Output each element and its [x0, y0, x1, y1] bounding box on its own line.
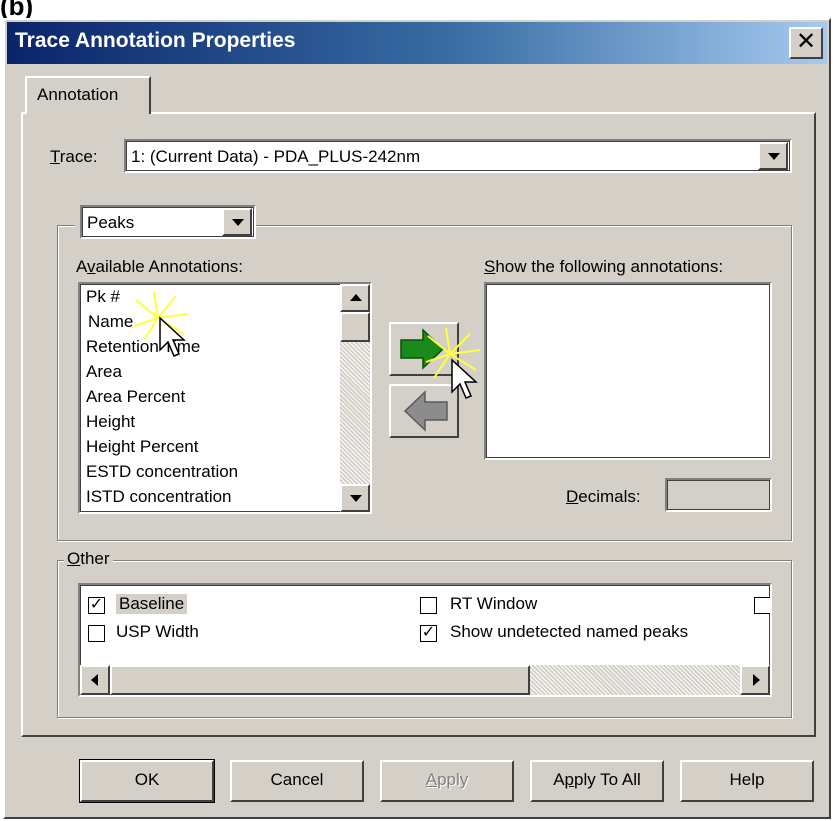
horizontal-scroll-thumb[interactable] [110, 665, 530, 695]
apply-button[interactable]: Apply [380, 760, 514, 802]
chevron-down-icon [768, 153, 780, 160]
annotation-type-dropdown-button[interactable] [222, 208, 252, 236]
close-icon: ✕ [795, 28, 817, 55]
annotation-type-value: Peaks [87, 213, 135, 232]
show-annotations-label: Show the following annotations: [484, 257, 724, 276]
list-item[interactable]: ISTD concentration [82, 484, 334, 509]
horizontal-scrollbar[interactable] [80, 665, 770, 695]
list-item[interactable]: ESTD concentration [82, 459, 334, 484]
click-indicator-1 [133, 291, 189, 357]
scroll-right-button[interactable] [740, 665, 770, 695]
scroll-up-button[interactable] [340, 284, 370, 312]
help-button[interactable]: Help [680, 760, 814, 802]
usp-width-checkbox[interactable] [88, 625, 105, 642]
list-item[interactable]: Area Percent [82, 384, 334, 409]
close-button[interactable]: ✕ [789, 27, 823, 59]
baseline-label: Baseline [116, 594, 188, 614]
annotation-type-select[interactable]: Peaks [80, 205, 256, 239]
cancel-button[interactable]: Cancel [230, 760, 364, 802]
usp-width-label: USP Width [116, 622, 199, 641]
available-annotations-label: Available Annotations: [76, 257, 243, 276]
chevron-down-icon [350, 495, 362, 502]
scroll-down-button[interactable] [340, 484, 370, 512]
show-undetected-checkbox[interactable]: ✓ [420, 625, 437, 642]
window-title: Trace Annotation Properties [15, 29, 296, 52]
chevron-down-icon [232, 219, 244, 226]
available-annotations-list[interactable]: Pk # Name Retention Time Area Area Perce… [78, 282, 372, 514]
other-group-label: Other [64, 549, 113, 569]
list-item[interactable]: Height Percent [82, 434, 334, 459]
ok-button[interactable]: OK [79, 759, 215, 803]
decimals-label: Decimals: [566, 487, 641, 506]
trace-select[interactable]: 1: (Current Data) - PDA_PLUS-242nm [124, 139, 792, 173]
hidden-column-checkbox[interactable] [754, 597, 770, 614]
list-item[interactable]: Height [82, 409, 334, 434]
trace-dropdown-button[interactable] [758, 142, 788, 170]
mouse-cursor-icon [451, 358, 478, 399]
tab-annotation-label: Annotation [37, 85, 119, 104]
apply-to-all-button[interactable]: Apply To All [530, 760, 664, 802]
trace-label: Trace: [50, 147, 98, 166]
trace-select-value: 1: (Current Data) - PDA_PLUS-242nm [131, 147, 421, 166]
baseline-checkbox[interactable]: ✓ [88, 597, 105, 614]
list-scrollbar[interactable] [340, 284, 370, 512]
decimals-input[interactable] [665, 478, 772, 512]
title-bar[interactable]: Trace Annotation Properties ✕ [7, 22, 827, 64]
scroll-thumb[interactable] [340, 312, 370, 342]
chevron-left-icon [91, 674, 98, 686]
other-options-panel: ✓ Baseline RT Window USP Width ✓ Show un… [78, 583, 772, 697]
rt-window-checkbox[interactable] [420, 597, 437, 614]
chevron-right-icon [753, 674, 760, 686]
scroll-left-button[interactable] [80, 665, 110, 695]
rt-window-label: RT Window [450, 594, 538, 613]
click-indicator-2 [425, 327, 481, 399]
mouse-cursor-icon [159, 316, 186, 357]
show-undetected-label: Show undetected named peaks [450, 622, 689, 641]
chevron-up-icon [350, 294, 362, 301]
tab-annotation[interactable]: Annotation [25, 76, 151, 114]
shown-annotations-list[interactable] [484, 282, 772, 460]
